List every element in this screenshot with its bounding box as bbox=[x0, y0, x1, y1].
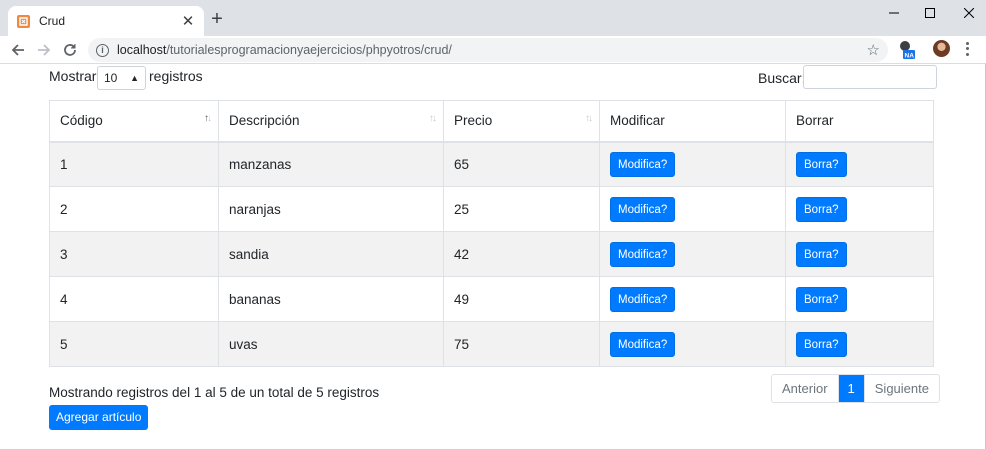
table-row: 3 sandia 42 Modifica? Borra? bbox=[49, 231, 934, 277]
cell-precio: 42 bbox=[443, 231, 600, 277]
table-row: 4 bananas 49 Modifica? Borra? bbox=[49, 276, 934, 322]
cell-codigo: 3 bbox=[49, 231, 219, 277]
tab-title: Crud bbox=[39, 14, 66, 28]
cell-precio: 65 bbox=[443, 141, 600, 187]
pagination-page-current[interactable]: 1 bbox=[838, 375, 864, 402]
length-select[interactable]: 10 ▲ bbox=[97, 66, 146, 90]
delete-button[interactable]: Borra? bbox=[796, 331, 847, 357]
length-label: Mostrar bbox=[49, 68, 97, 84]
cell-precio: 49 bbox=[443, 276, 600, 322]
pagination-previous[interactable]: Anterior bbox=[772, 375, 839, 402]
sort-icon: ↑↓ bbox=[585, 113, 593, 124]
delete-button[interactable]: Borra? bbox=[796, 151, 847, 177]
browser-titlebar: Crud ✕ + bbox=[0, 0, 986, 36]
search-input[interactable] bbox=[803, 65, 937, 89]
bookmark-star-icon[interactable]: ☆ bbox=[867, 41, 880, 59]
new-tab-icon[interactable]: + bbox=[208, 9, 226, 29]
cell-descripcion: bananas bbox=[218, 276, 444, 322]
search-label: Buscar: bbox=[758, 70, 806, 86]
delete-button[interactable]: Borra? bbox=[796, 241, 847, 267]
xampp-favicon-icon bbox=[17, 14, 30, 28]
column-header-borrar: Borrar bbox=[785, 100, 934, 143]
pagination-next[interactable]: Siguiente bbox=[863, 375, 939, 402]
delete-button[interactable]: Borra? bbox=[796, 196, 847, 222]
modify-button[interactable]: Modifica? bbox=[610, 151, 676, 177]
extension-icon[interactable]: NA bbox=[898, 40, 916, 60]
cell-precio: 75 bbox=[443, 321, 600, 367]
cell-descripcion: manzanas bbox=[218, 141, 444, 187]
column-header-precio[interactable]: Precio ↑↓ bbox=[443, 100, 600, 143]
table-info-text: Mostrando registros del 1 al 5 de un tot… bbox=[49, 385, 380, 400]
svg-text:NA: NA bbox=[905, 53, 915, 60]
add-article-button[interactable]: Agregar artículo bbox=[49, 405, 149, 430]
tab-close-icon[interactable]: ✕ bbox=[180, 13, 196, 30]
cell-descripcion: uvas bbox=[218, 321, 444, 367]
length-select-value: 10 bbox=[104, 71, 118, 85]
data-table: Código ↑↓ Descripción ↑↓ Precio ↑↓ Modif… bbox=[49, 100, 934, 367]
table-header-row: Código ↑↓ Descripción ↑↓ Precio ↑↓ Modif… bbox=[49, 100, 934, 143]
modify-button[interactable]: Modifica? bbox=[610, 286, 676, 312]
address-bar[interactable]: i localhost/tutorialesprogramacionyaejer… bbox=[88, 38, 888, 62]
cell-descripcion: naranjas bbox=[218, 186, 444, 232]
sort-asc-icon: ↑↓ bbox=[204, 113, 212, 124]
select-arrows-icon: ▲ bbox=[130, 73, 139, 83]
pagination: Anterior 1 Siguiente bbox=[771, 374, 940, 403]
sort-icon: ↑↓ bbox=[429, 113, 437, 124]
browser-menu-icon[interactable] bbox=[962, 41, 972, 57]
table-row: 5 uvas 75 Modifica? Borra? bbox=[49, 321, 934, 367]
browser-toolbar: i localhost/tutorialesprogramacionyaejer… bbox=[0, 36, 986, 64]
modify-button[interactable]: Modifica? bbox=[610, 331, 676, 357]
modify-button[interactable]: Modifica? bbox=[610, 241, 676, 267]
page-content: Mostrar 10 ▲ registros Buscar: Código ↑↓… bbox=[0, 64, 985, 449]
modify-button[interactable]: Modifica? bbox=[610, 196, 676, 222]
window-close-icon[interactable] bbox=[946, 0, 986, 26]
site-info-icon[interactable]: i bbox=[96, 43, 109, 57]
back-arrow-icon[interactable] bbox=[8, 40, 28, 60]
browser-tab[interactable]: Crud ✕ bbox=[8, 6, 204, 36]
length-label-suffix: registros bbox=[149, 68, 203, 84]
cell-codigo: 4 bbox=[49, 276, 219, 322]
reload-icon[interactable] bbox=[60, 40, 80, 60]
forward-arrow-icon[interactable] bbox=[34, 40, 54, 60]
table-row: 1 manzanas 65 Modifica? Borra? bbox=[49, 141, 934, 187]
delete-button[interactable]: Borra? bbox=[796, 286, 847, 312]
url-text[interactable]: localhost/tutorialesprogramacionyaejerci… bbox=[117, 43, 452, 57]
cell-descripcion: sandia bbox=[218, 231, 444, 277]
table-row: 2 naranjas 25 Modifica? Borra? bbox=[49, 186, 934, 232]
cell-precio: 25 bbox=[443, 186, 600, 232]
column-header-codigo[interactable]: Código ↑↓ bbox=[49, 100, 219, 143]
cell-codigo: 1 bbox=[49, 141, 219, 187]
cell-codigo: 2 bbox=[49, 186, 219, 232]
column-header-descripcion[interactable]: Descripción ↑↓ bbox=[218, 100, 444, 143]
column-header-modificar: Modificar bbox=[599, 100, 786, 143]
cell-codigo: 5 bbox=[49, 321, 219, 367]
profile-avatar[interactable] bbox=[933, 40, 950, 57]
